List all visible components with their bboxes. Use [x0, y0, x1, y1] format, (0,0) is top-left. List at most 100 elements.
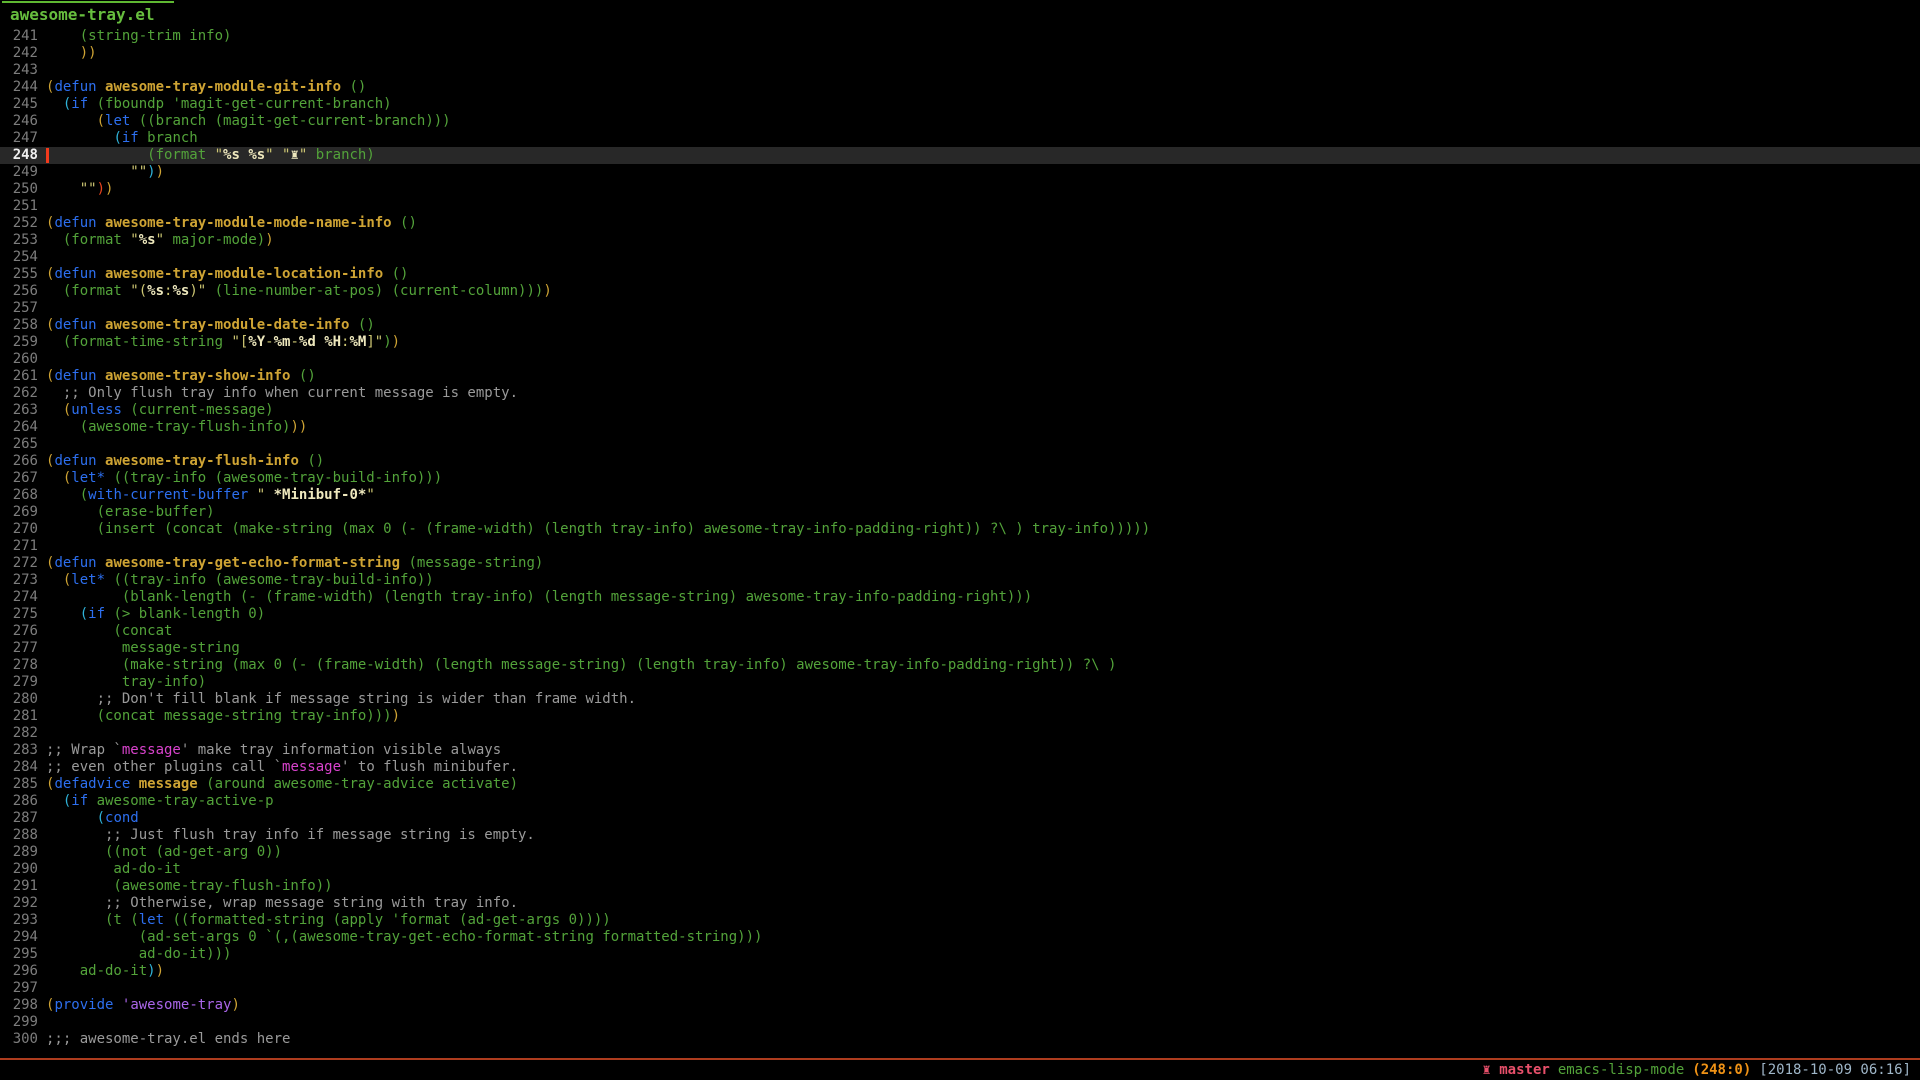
code-line[interactable]: 282	[0, 725, 1920, 742]
code-line[interactable]: 287 (cond	[0, 810, 1920, 827]
code-line[interactable]: 291 (awesome-tray-flush-info))	[0, 878, 1920, 895]
code-line[interactable]: 266(defun awesome-tray-flush-info ()	[0, 453, 1920, 470]
code-line[interactable]: 297	[0, 980, 1920, 997]
line-number: 252	[0, 215, 38, 232]
code-text	[38, 351, 46, 367]
code-text	[38, 980, 46, 996]
line-number: 256	[0, 283, 38, 300]
header-line: awesome-tray.el	[0, 0, 1920, 28]
code-text: (defadvice message (around awesome-tray-…	[38, 776, 518, 792]
code-line[interactable]: 245 (if (fboundp 'magit-get-current-bran…	[0, 96, 1920, 113]
code-text: (let* ((tray-info (awesome-tray-build-in…	[38, 572, 434, 588]
code-text: (defun awesome-tray-module-mode-name-inf…	[38, 215, 417, 231]
code-line[interactable]: 296 ad-do-it))	[0, 963, 1920, 980]
code-line[interactable]: 241 (string-trim info)	[0, 28, 1920, 45]
code-line[interactable]: 251	[0, 198, 1920, 215]
code-line[interactable]: 295 ad-do-it)))	[0, 946, 1920, 963]
code-line[interactable]: 246 (let ((branch (magit-get-current-bra…	[0, 113, 1920, 130]
code-line[interactable]: 265	[0, 436, 1920, 453]
code-line[interactable]: 271	[0, 538, 1920, 555]
code-line[interactable]: 255(defun awesome-tray-module-location-i…	[0, 266, 1920, 283]
code-line[interactable]: 268 (with-current-buffer " *Minibuf-0*"	[0, 487, 1920, 504]
code-text: (if awesome-tray-active-p	[38, 793, 274, 809]
code-line[interactable]: 252(defun awesome-tray-module-mode-name-…	[0, 215, 1920, 232]
code-text: (if (fboundp 'magit-get-current-branch)	[38, 96, 392, 112]
code-line[interactable]: 292 ;; Otherwise, wrap message string wi…	[0, 895, 1920, 912]
code-text: tray-info)	[38, 674, 206, 690]
code-text: (t (let ((formatted-string (apply 'forma…	[38, 912, 611, 928]
code-line[interactable]: 290 ad-do-it	[0, 861, 1920, 878]
code-line[interactable]: 253 (format "%s" major-mode))	[0, 232, 1920, 249]
code-line[interactable]: 262 ;; Only flush tray info when current…	[0, 385, 1920, 402]
code-line[interactable]: 299	[0, 1014, 1920, 1031]
code-line[interactable]: 243	[0, 62, 1920, 79]
code-line[interactable]: 261(defun awesome-tray-show-info ()	[0, 368, 1920, 385]
line-number: 285	[0, 776, 38, 793]
line-number: 275	[0, 606, 38, 623]
code-line[interactable]: 277 message-string	[0, 640, 1920, 657]
code-line[interactable]: 274 (blank-length (- (frame-width) (leng…	[0, 589, 1920, 606]
code-line[interactable]: 284;; even other plugins call `message' …	[0, 759, 1920, 776]
code-line[interactable]: 294 (ad-set-args 0 `(,(awesome-tray-get-…	[0, 929, 1920, 946]
code-text: ;; even other plugins call `message' to …	[38, 759, 518, 775]
code-line[interactable]: 248 (format "%s %s" "♜" branch)	[0, 147, 1920, 164]
code-buffer[interactable]: 241 (string-trim info)242 ))243244(defun…	[0, 28, 1920, 1048]
line-number: 278	[0, 657, 38, 674]
code-line[interactable]: 256 (format "(%s:%s)" (line-number-at-po…	[0, 283, 1920, 300]
code-text	[38, 249, 46, 265]
code-line[interactable]: 250 ""))	[0, 181, 1920, 198]
code-text: ;; Don't fill blank if message string is…	[38, 691, 636, 707]
code-line[interactable]: 257	[0, 300, 1920, 317]
code-line[interactable]: 254	[0, 249, 1920, 266]
code-line[interactable]: 267 (let* ((tray-info (awesome-tray-buil…	[0, 470, 1920, 487]
code-line[interactable]: 275 (if (> blank-length 0)	[0, 606, 1920, 623]
line-number: 277	[0, 640, 38, 657]
code-line[interactable]: 285(defadvice message (around awesome-tr…	[0, 776, 1920, 793]
code-text	[38, 538, 46, 554]
code-text: (defun awesome-tray-flush-info ()	[38, 453, 324, 469]
code-line[interactable]: 270 (insert (concat (make-string (max 0 …	[0, 521, 1920, 538]
code-line[interactable]: 247 (if branch	[0, 130, 1920, 147]
code-line[interactable]: 286 (if awesome-tray-active-p	[0, 793, 1920, 810]
code-line[interactable]: 249 ""))	[0, 164, 1920, 181]
code-text: ad-do-it)))	[38, 946, 231, 962]
line-number: 276	[0, 623, 38, 640]
line-number: 250	[0, 181, 38, 198]
code-line[interactable]: 289 ((not (ad-get-arg 0))	[0, 844, 1920, 861]
code-text: (defun awesome-tray-module-date-info ()	[38, 317, 375, 333]
code-line[interactable]: 260	[0, 351, 1920, 368]
code-line[interactable]: 242 ))	[0, 45, 1920, 62]
code-line[interactable]: 258(defun awesome-tray-module-date-info …	[0, 317, 1920, 334]
cursor-position-indicator: (248:0)	[1692, 1062, 1751, 1078]
code-line[interactable]: 281 (concat message-string tray-info))))	[0, 708, 1920, 725]
code-text: (string-trim info)	[38, 28, 231, 44]
code-text: (concat	[38, 623, 172, 639]
code-line[interactable]: 288 ;; Just flush tray info if message s…	[0, 827, 1920, 844]
code-line[interactable]: 269 (erase-buffer)	[0, 504, 1920, 521]
code-line[interactable]: 280 ;; Don't fill blank if message strin…	[0, 691, 1920, 708]
line-number: 269	[0, 504, 38, 521]
code-line[interactable]: 279 tray-info)	[0, 674, 1920, 691]
code-line[interactable]: 300;;; awesome-tray.el ends here	[0, 1031, 1920, 1048]
code-line[interactable]: 264 (awesome-tray-flush-info)))	[0, 419, 1920, 436]
code-line[interactable]: 263 (unless (current-message)	[0, 402, 1920, 419]
code-text: (insert (concat (make-string (max 0 (- (…	[38, 521, 1150, 537]
code-line[interactable]: 273 (let* ((tray-info (awesome-tray-buil…	[0, 572, 1920, 589]
code-line[interactable]: 283;; Wrap `message' make tray informati…	[0, 742, 1920, 759]
line-number: 264	[0, 419, 38, 436]
code-text: (awesome-tray-flush-info)))	[38, 419, 307, 435]
code-line[interactable]: 298(provide 'awesome-tray)	[0, 997, 1920, 1014]
code-line[interactable]: 278 (make-string (max 0 (- (frame-width)…	[0, 657, 1920, 674]
code-text: (if (> blank-length 0)	[38, 606, 265, 622]
code-line[interactable]: 276 (concat	[0, 623, 1920, 640]
code-text: (with-current-buffer " *Minibuf-0*"	[38, 487, 375, 503]
line-number: 248	[0, 147, 38, 164]
code-text: (defun awesome-tray-show-info ()	[38, 368, 316, 384]
code-line[interactable]: 272(defun awesome-tray-get-echo-format-s…	[0, 555, 1920, 572]
line-number: 271	[0, 538, 38, 555]
line-number: 241	[0, 28, 38, 45]
code-line[interactable]: 244(defun awesome-tray-module-git-info (…	[0, 79, 1920, 96]
code-line[interactable]: 293 (t (let ((formatted-string (apply 'f…	[0, 912, 1920, 929]
code-line[interactable]: 259 (format-time-string "[%Y-%m-%d %H:%M…	[0, 334, 1920, 351]
line-number: 272	[0, 555, 38, 572]
